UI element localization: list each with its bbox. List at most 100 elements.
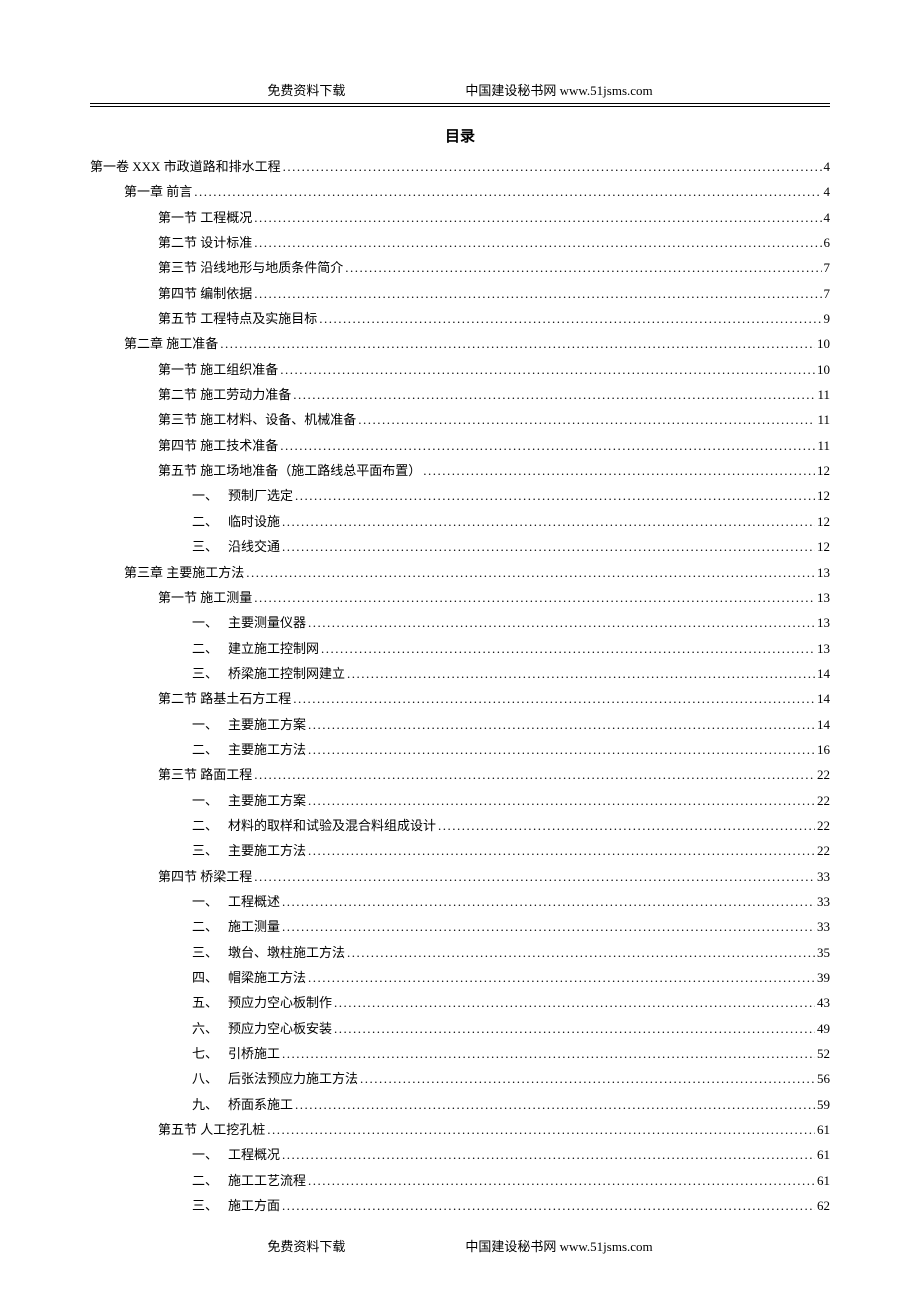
toc-dot-leader [267, 1117, 815, 1142]
toc-dot-leader [347, 661, 815, 686]
toc-entry-page: 11 [817, 433, 830, 458]
toc-entry: 第二节 设计标准6 [90, 230, 830, 255]
toc-entry-text: 施工方面 [228, 1198, 280, 1213]
toc-dot-leader [293, 686, 815, 711]
toc-entry-page: 10 [817, 331, 830, 356]
toc-entry-marker: 二、 [192, 1168, 228, 1193]
toc-entry-marker: 一、 [192, 1142, 228, 1167]
toc-entry-label: 第三节 路面工程 [158, 762, 252, 787]
toc-entry-label: 三、沿线交通 [192, 534, 280, 559]
toc-dot-leader [254, 585, 815, 610]
toc-entry: 第二节 路基土石方工程14 [90, 686, 830, 711]
toc-entry-marker: 一、 [192, 889, 228, 914]
toc-entry-text: 施工测量 [228, 919, 280, 934]
toc-entry-marker: 二、 [192, 636, 228, 661]
toc-entry-page: 13 [817, 610, 830, 635]
toc-entry-marker: 三、 [192, 661, 228, 686]
toc-entry: 第三节 施工材料、设备、机械准备11 [90, 407, 830, 432]
toc-entry-page: 4 [824, 205, 831, 230]
toc-entry: 二、施工测量33 [90, 914, 830, 939]
toc-entry: 九、桥面系施工 59 [90, 1092, 830, 1117]
toc-entry: 八、后张法预应力施工方法56 [90, 1066, 830, 1091]
toc-dot-leader [220, 331, 815, 356]
toc-entry-marker: 八、 [192, 1066, 228, 1091]
toc-dot-leader [347, 940, 815, 965]
toc-entry-label: 五、预应力空心板制作 [192, 990, 332, 1015]
toc-entry-text: 材料的取样和试验及混合料组成设计 [228, 818, 436, 833]
document-page: 免费资料下载 中国建设秘书网 www.51jsms.com 目录 第一卷 XXX… [0, 0, 920, 1285]
toc-entry: 三、桥梁施工控制网建立14 [90, 661, 830, 686]
toc-entry: 五、预应力空心板制作43 [90, 990, 830, 1015]
toc-dot-leader [319, 306, 821, 331]
toc-dot-leader [280, 357, 815, 382]
toc-entry-marker: 一、 [192, 788, 228, 813]
toc-entry-page: 22 [817, 838, 830, 863]
toc-entry-page: 12 [817, 534, 830, 559]
header-rule-thick [90, 103, 830, 104]
toc-entry-label: 二、建立施工控制网 [192, 636, 319, 661]
toc-entry-label: 三、桥梁施工控制网建立 [192, 661, 345, 686]
toc-entry-page: 35 [817, 940, 830, 965]
toc-dot-leader [308, 788, 815, 813]
toc-entry: 第三章 主要施工方法13 [90, 560, 830, 585]
header-right-text: 中国建设秘书网 www.51jsms.com [465, 80, 652, 99]
toc-entry-label: 一、预制厂选定 [192, 483, 293, 508]
toc-dot-leader [194, 179, 821, 204]
toc-entry-label: 一、工程概述 [192, 889, 280, 914]
toc-entry: 七、引桥施工52 [90, 1041, 830, 1066]
toc-entry-marker: 三、 [192, 940, 228, 965]
toc-entry-page: 61 [817, 1168, 830, 1193]
toc-entry-label: 九、桥面系施工 [192, 1092, 293, 1117]
toc-entry-page: 14 [817, 712, 830, 737]
toc-entry-page: 10 [817, 357, 830, 382]
toc-entry-text: 主要施工方法 [228, 843, 306, 858]
toc-dot-leader [280, 433, 815, 458]
toc-dot-leader [308, 838, 815, 863]
toc-entry-marker: 四、 [192, 965, 228, 990]
toc-entry-label: 第四节 桥梁工程 [158, 864, 252, 889]
toc-entry-label: 二、临时设施 [192, 509, 280, 534]
toc-dot-leader [282, 509, 815, 534]
toc-entry: 一、预制厂选定 12 [90, 483, 830, 508]
toc-entry-label: 一、主要施工方案 [192, 712, 306, 737]
toc-entry-page: 12 [817, 509, 830, 534]
toc-entry-marker: 二、 [192, 737, 228, 762]
toc-entry-marker: 六、 [192, 1016, 228, 1041]
header-left-text: 免费资料下载 [267, 80, 345, 99]
toc-entry-label: 第二节 施工劳动力准备 [158, 382, 291, 407]
toc-entry-page: 7 [824, 281, 831, 306]
toc-entry-text: 沿线交通 [228, 539, 280, 554]
toc-entry-text: 主要测量仪器 [228, 615, 306, 630]
toc-entry: 六、预应力空心板安装49 [90, 1016, 830, 1041]
toc-dot-leader [308, 712, 815, 737]
toc-dot-leader [334, 1016, 815, 1041]
toc-entry: 第二节 施工劳动力准备11 [90, 382, 830, 407]
toc-entry-label: 四、帽梁施工方法 [192, 965, 306, 990]
toc-entry-marker: 九、 [192, 1092, 228, 1117]
toc-entry-page: 9 [824, 306, 831, 331]
toc-entry-label: 第一节 施工测量 [158, 585, 252, 610]
toc-dot-leader [282, 534, 815, 559]
toc-dot-leader [254, 281, 821, 306]
toc-dot-leader [295, 483, 815, 508]
toc-dot-leader [293, 382, 815, 407]
toc-entry-label: 二、材料的取样和试验及混合料组成设计 [192, 813, 436, 838]
toc-entry-page: 12 [817, 483, 830, 508]
toc-dot-leader [308, 1168, 815, 1193]
toc-entry-label: 第五节 施工场地准备（施工路线总平面布置） [158, 458, 421, 483]
toc-entry-text: 墩台、墩柱施工方法 [228, 945, 345, 960]
footer-right-text: 中国建设秘书网 www.51jsms.com [465, 1236, 652, 1255]
toc-entry: 二、临时设施 12 [90, 509, 830, 534]
toc-title: 目录 [90, 125, 830, 146]
toc-entry-text: 引桥施工 [228, 1046, 280, 1061]
toc-entry-marker: 二、 [192, 813, 228, 838]
toc-dot-leader [282, 1193, 815, 1218]
toc-dot-leader [358, 407, 815, 432]
toc-dot-leader [282, 1142, 815, 1167]
toc-entry-page: 11 [817, 407, 830, 432]
toc-entry: 一、主要施工方案 14 [90, 712, 830, 737]
toc-entry-label: 一、主要施工方案 [192, 788, 306, 813]
toc-entry-page: 22 [817, 762, 830, 787]
toc-entry-page: 59 [817, 1092, 830, 1117]
toc-entry-page: 4 [824, 154, 831, 179]
